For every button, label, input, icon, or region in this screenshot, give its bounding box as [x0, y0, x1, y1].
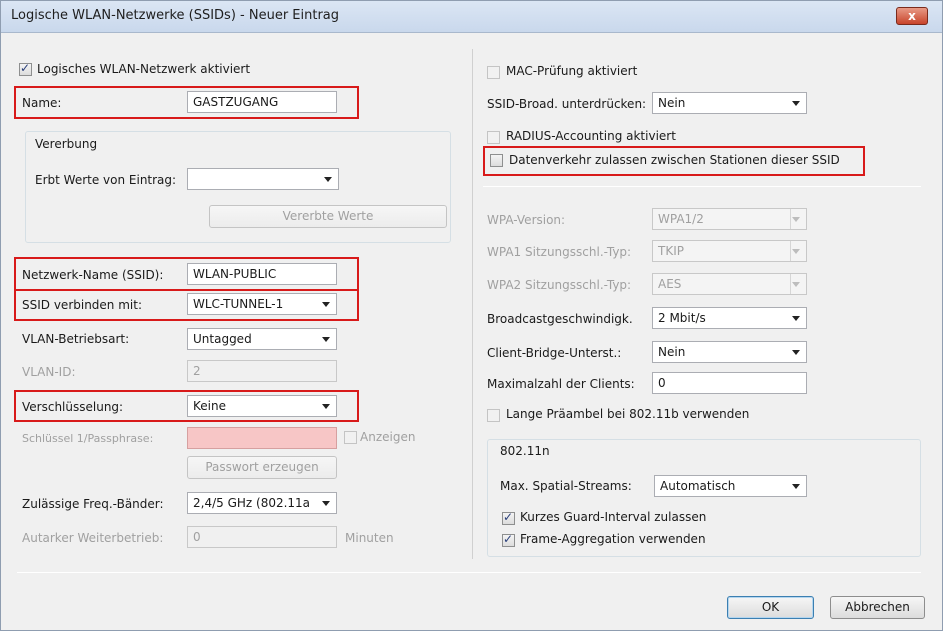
inheritance-group-label: Vererbung: [35, 137, 98, 151]
frame-aggregation-label: Frame-Aggregation verwenden: [520, 532, 706, 546]
vlan-mode-label: VLAN-Betriebsart:: [22, 332, 130, 346]
bottom-separator: [17, 572, 921, 573]
vlan-id-field[interactable]: 2: [187, 360, 337, 382]
mac-check-label: MAC-Prüfung aktiviert: [506, 64, 638, 78]
broadcast-speed-dropdown[interactable]: 2 Mbit/s: [652, 307, 807, 329]
long-preamble-label: Lange Präambel bei 802.11b verwenden: [506, 407, 750, 421]
wpa1-key-type-value: TKIP: [658, 244, 684, 258]
chevron-down-icon: [792, 282, 800, 287]
cancel-button[interactable]: Abbrechen: [830, 596, 925, 619]
inherit-from-dropdown[interactable]: [187, 168, 339, 190]
ssid-broadcast-dropdown[interactable]: Nein: [652, 92, 807, 114]
cancel-label: Abbrechen: [845, 600, 910, 614]
chevron-down-icon: [792, 217, 800, 222]
chevron-down-icon: [324, 177, 332, 182]
wpa1-key-type-label: WPA1 Sitzungsschl.-Typ:: [487, 245, 632, 259]
radius-accounting-label: RADIUS-Accounting aktiviert: [506, 129, 676, 143]
max-clients-field[interactable]: 0: [652, 372, 807, 394]
wpa-version-value: WPA1/2: [658, 212, 704, 226]
key-label: Schlüssel 1/Passphrase:: [22, 432, 154, 445]
broadcast-speed-label: Broadcastgeschwindigk.: [487, 312, 633, 326]
close-button[interactable]: x: [896, 7, 928, 25]
window-title: Logische WLAN-Netzwerke (SSIDs) - Neuer …: [11, 8, 340, 23]
ok-label: OK: [761, 600, 780, 614]
spatial-streams-value: Automatisch: [660, 479, 736, 493]
chevron-down-icon: [322, 501, 330, 506]
n-settings-group-label: 802.11n: [500, 444, 550, 458]
client-bridge-dropdown[interactable]: Nein: [652, 341, 807, 363]
inherited-values-label: Vererbte Werte: [282, 209, 374, 223]
vlan-mode-value: Untagged: [193, 332, 252, 346]
broadcast-speed-value: 2 Mbit/s: [658, 311, 706, 325]
autarkic-label: Autarker Weiterbetrieb:: [22, 531, 164, 545]
encryption-highlight-box: [14, 390, 359, 422]
dialog-window: Logische WLAN-Netzwerke (SSIDs) - Neuer …: [0, 0, 943, 631]
radius-accounting-checkbox[interactable]: [487, 131, 500, 144]
title-bar: Logische WLAN-Netzwerke (SSIDs) - Neuer …: [1, 1, 942, 33]
freq-bands-value: 2,4/5 GHz (802.11a: [193, 496, 311, 510]
vlan-mode-dropdown[interactable]: Untagged: [187, 328, 337, 350]
generate-password-button[interactable]: Passwort erzeugen: [187, 456, 337, 479]
freq-bands-label: Zulässige Freq.-Bänder:: [22, 497, 164, 511]
column-separator: [472, 49, 473, 559]
chevron-down-icon: [792, 101, 800, 106]
show-key-checkbox[interactable]: [344, 431, 357, 444]
autarkic-field[interactable]: 0: [187, 526, 337, 548]
spatial-streams-label: Max. Spatial-Streams:: [500, 479, 632, 493]
key-field[interactable]: [187, 427, 337, 449]
ssid-highlight-box: [14, 257, 359, 291]
right-separator: [483, 186, 921, 187]
short-guard-label: Kurzes Guard-Interval zulassen: [520, 510, 707, 524]
chevron-down-icon: [322, 337, 330, 342]
long-preamble-checkbox[interactable]: [487, 409, 500, 422]
wlan-active-label: Logisches WLAN-Netzwerk aktiviert: [37, 62, 251, 76]
frame-aggregation-checkbox[interactable]: [502, 532, 515, 547]
client-bridge-label: Client-Bridge-Unterst.:: [487, 346, 622, 360]
dialog-content: Logisches WLAN-Netzwerk aktiviert Name: …: [7, 39, 936, 626]
wpa-version-label: WPA-Version:: [487, 213, 566, 227]
wpa2-key-type-label: WPA2 Sitzungsschl.-Typ:: [487, 278, 632, 292]
inherited-values-button[interactable]: Vererbte Werte: [209, 205, 447, 228]
vlan-id-label: VLAN-ID:: [22, 365, 76, 379]
chevron-down-icon: [792, 350, 800, 355]
ssid-connect-highlight-box: [14, 289, 359, 321]
allow-traffic-highlight-box: [483, 146, 865, 176]
spatial-streams-dropdown[interactable]: Automatisch: [654, 475, 807, 497]
minutes-label: Minuten: [345, 531, 394, 545]
wpa-version-dropdown[interactable]: WPA1/2: [652, 208, 807, 230]
inherit-from-label: Erbt Werte von Eintrag:: [35, 173, 177, 187]
ssid-broadcast-value: Nein: [658, 96, 686, 110]
chevron-down-icon: [792, 316, 800, 321]
max-clients-label: Maximalzahl der Clients:: [487, 377, 635, 391]
name-highlight-box: [14, 86, 359, 119]
wpa2-key-type-dropdown[interactable]: AES: [652, 273, 807, 295]
ssid-broadcast-label: SSID-Broad. unterdrücken:: [487, 97, 647, 111]
mac-check-checkbox[interactable]: [487, 66, 500, 79]
wpa2-key-type-value: AES: [658, 277, 682, 291]
short-guard-checkbox[interactable]: [502, 510, 515, 525]
wpa1-key-type-dropdown[interactable]: TKIP: [652, 240, 807, 262]
ok-button[interactable]: OK: [727, 596, 814, 619]
wlan-active-checkbox[interactable]: [19, 61, 32, 76]
show-key-label: Anzeigen: [360, 430, 416, 444]
chevron-down-icon: [792, 249, 800, 254]
generate-password-label: Passwort erzeugen: [205, 460, 319, 474]
chevron-down-icon: [792, 484, 800, 489]
freq-bands-dropdown[interactable]: 2,4/5 GHz (802.11a: [187, 492, 337, 514]
client-bridge-value: Nein: [658, 345, 686, 359]
